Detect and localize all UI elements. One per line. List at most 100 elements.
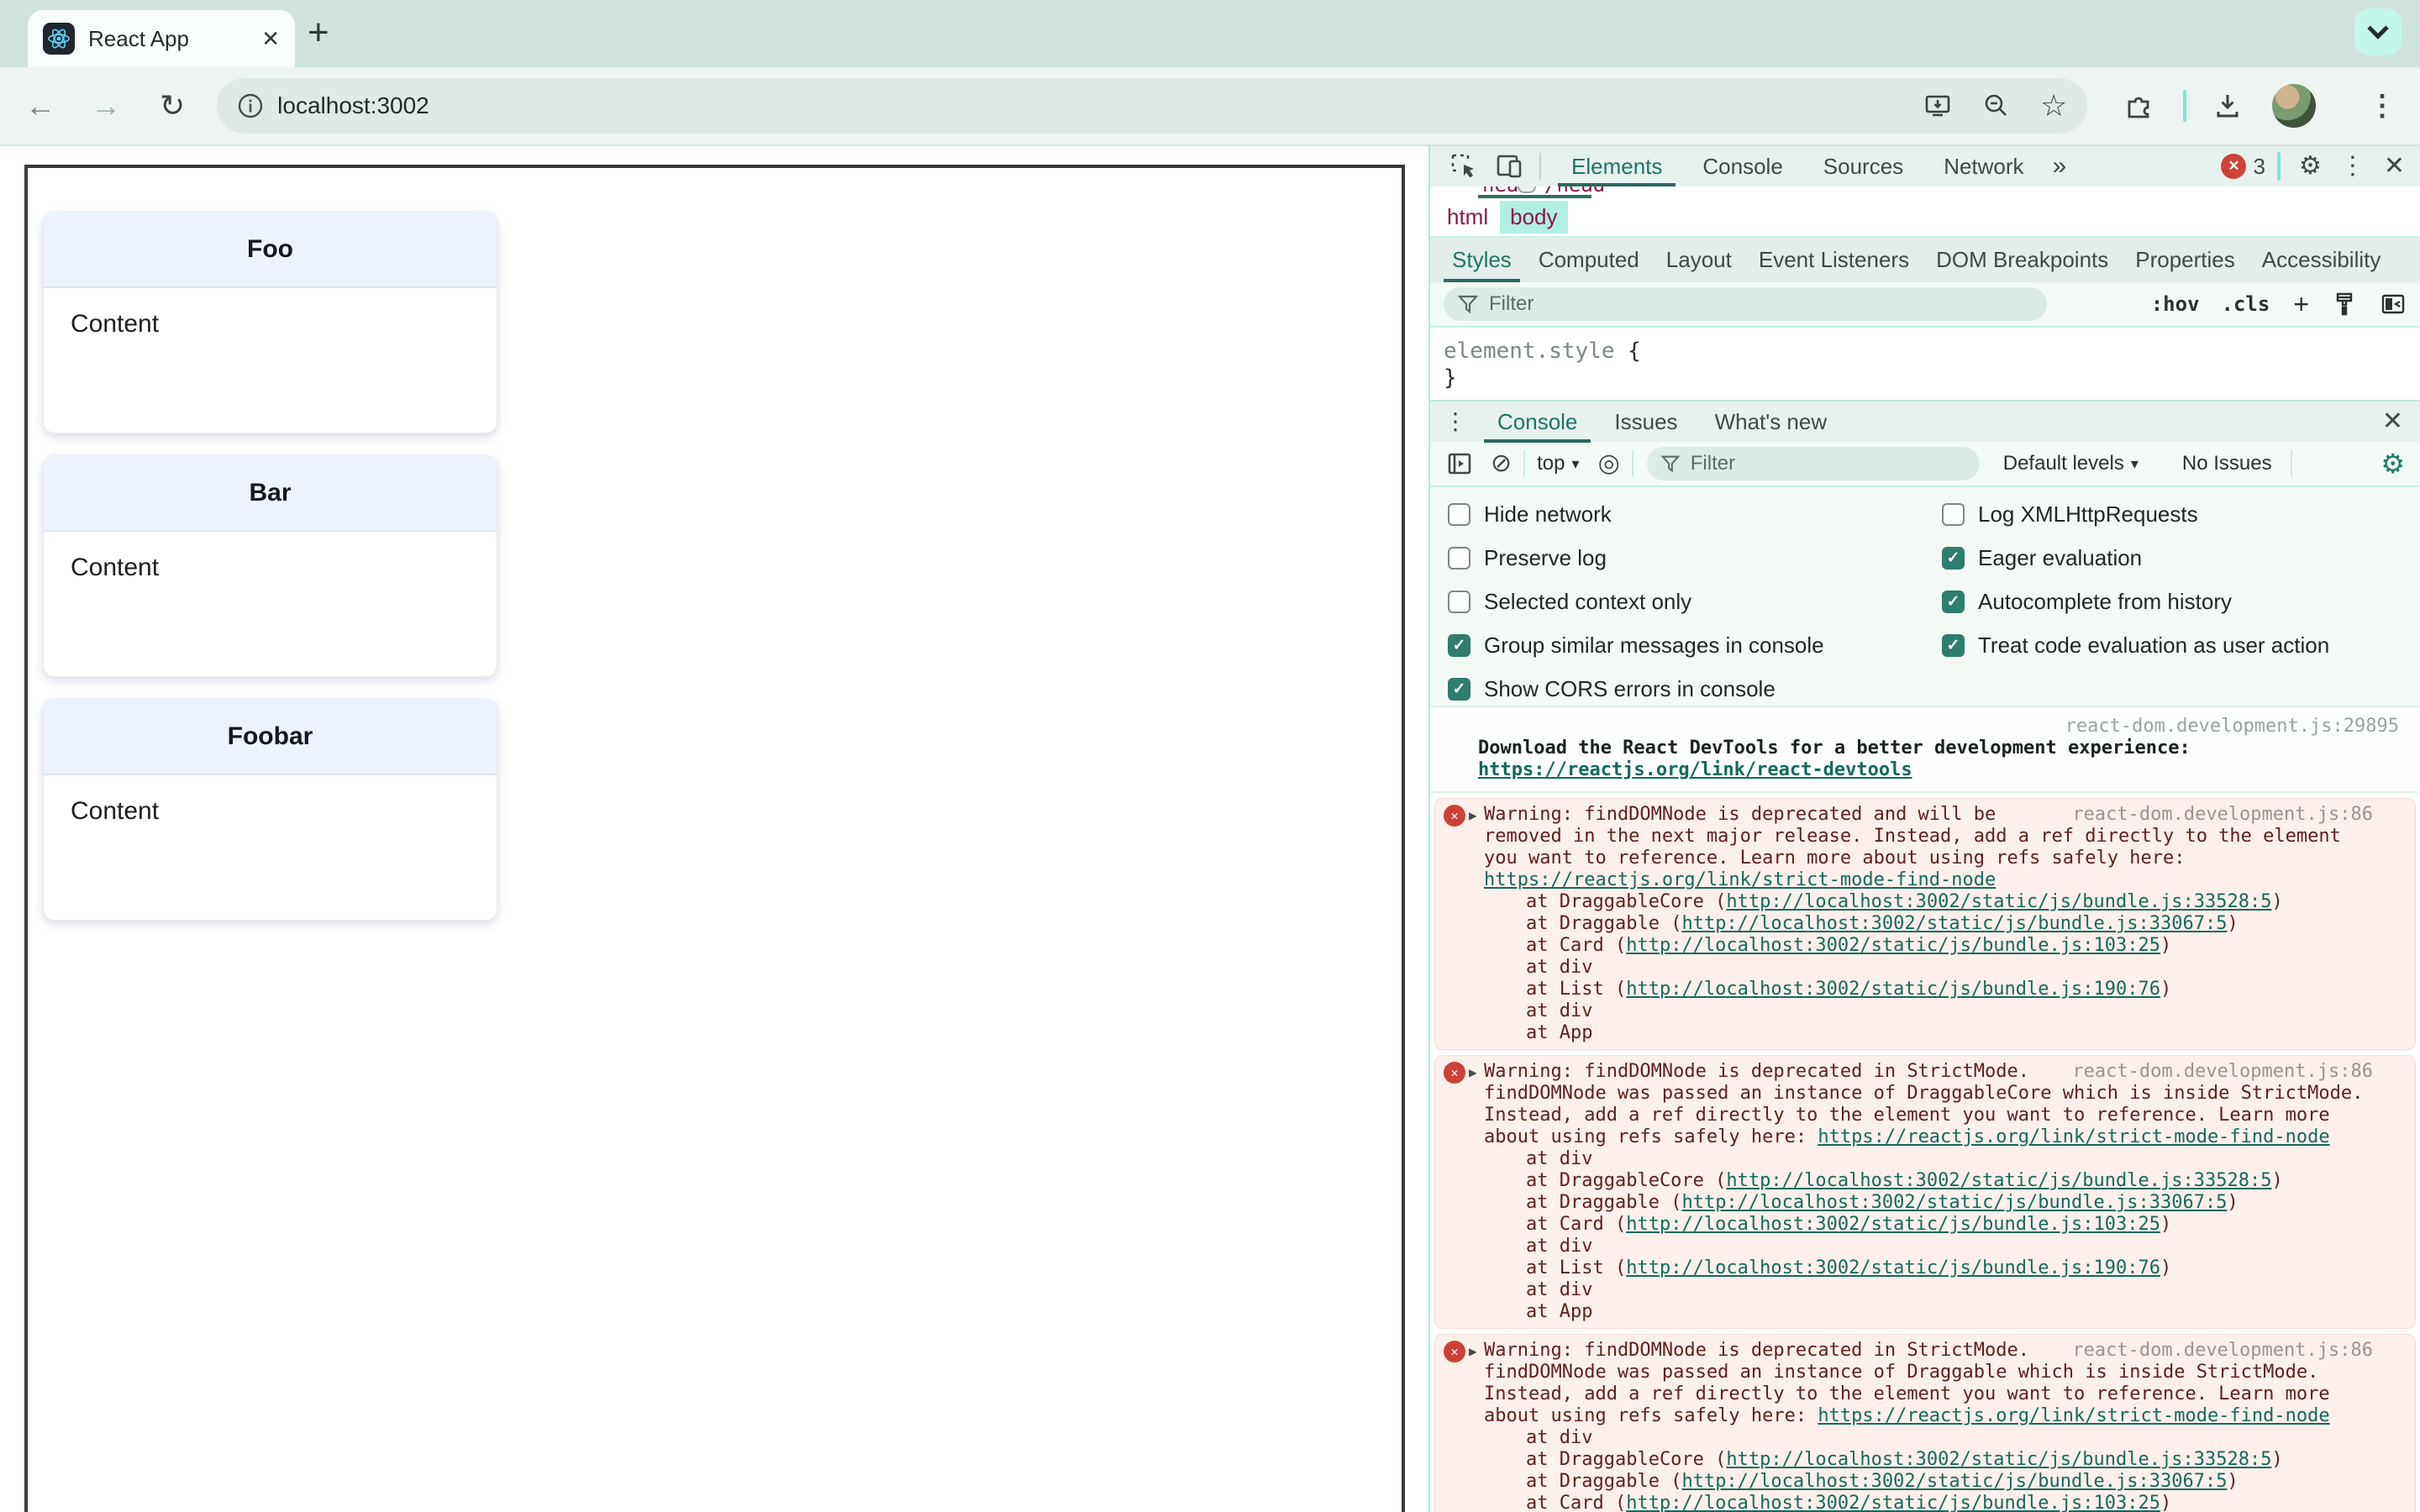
checkbox-hide-network[interactable] bbox=[1448, 502, 1470, 526]
bundle-source-link[interactable]: http://localhost:3002/static/js/bundle.j… bbox=[1626, 979, 2160, 1000]
downloads-icon[interactable] bbox=[2212, 90, 2244, 122]
source-location-link[interactable]: react-dom.development.js:86 bbox=[2072, 1340, 2373, 1362]
checkbox-log-xmlhttprequests[interactable] bbox=[1942, 502, 1965, 526]
live-expression-eye-icon[interactable]: ◎ bbox=[1598, 451, 1620, 476]
drawer-close-icon[interactable]: ✕ bbox=[2382, 409, 2420, 434]
bundle-source-link[interactable]: http://localhost:3002/static/js/bundle.j… bbox=[1726, 1449, 2271, 1470]
error-count[interactable]: 3 bbox=[2253, 154, 2265, 180]
bundle-source-link[interactable]: http://localhost:3002/static/js/bundle.j… bbox=[1681, 1192, 2227, 1213]
bundle-source-link[interactable]: http://localhost:3002/static/js/bundle.j… bbox=[1626, 1493, 2160, 1512]
expand-ellipsis-icon[interactable] bbox=[1518, 186, 1536, 193]
devtools-menu-icon[interactable]: ⋮ bbox=[2340, 154, 2365, 179]
expand-triangle-icon[interactable]: ▶ bbox=[1469, 805, 1477, 827]
profile-avatar[interactable] bbox=[2272, 84, 2316, 128]
bookmark-star-icon[interactable]: ☆ bbox=[2040, 88, 2067, 123]
refs-help-link[interactable]: https://reactjs.org/link/strict-mode-fin… bbox=[1818, 1405, 2329, 1426]
source-location-link[interactable]: react-dom.development.js:86 bbox=[2072, 804, 2373, 826]
tab-elements[interactable]: Elements bbox=[1551, 146, 1682, 186]
rendering-brush-icon[interactable] bbox=[2331, 291, 2358, 318]
card-foobar[interactable]: Foobar Content bbox=[43, 699, 497, 921]
toggle-hover-state-button[interactable]: :hov bbox=[2151, 292, 2200, 316]
browser-tab[interactable]: React App ✕ bbox=[28, 10, 295, 67]
dom-tree-clipped-row[interactable]: head /head bbox=[1430, 186, 2420, 198]
extensions-puzzle-icon[interactable] bbox=[2123, 90, 2154, 122]
tab-accessibility[interactable]: Accessibility bbox=[2249, 238, 2395, 282]
expand-triangle-icon[interactable]: ▶ bbox=[1469, 1341, 1477, 1362]
bundle-source-link[interactable]: http://localhost:3002/static/js/bundle.j… bbox=[1626, 1257, 2160, 1278]
toolbar-separator bbox=[2290, 450, 2292, 477]
checkbox-preserve-log[interactable] bbox=[1448, 546, 1470, 570]
tab-dom-breakpoints[interactable]: DOM Breakpoints bbox=[1923, 238, 2122, 282]
tab-sources[interactable]: Sources bbox=[1803, 146, 1923, 186]
tab-close-icon[interactable]: ✕ bbox=[253, 26, 280, 52]
console-warning-message[interactable]: ✕ ▶ react-dom.development.js:86 Warning: fi… bbox=[1434, 798, 2416, 1050]
bundle-source-link[interactable]: http://localhost:3002/static/js/bundle.j… bbox=[1681, 913, 2227, 934]
site-info-icon[interactable] bbox=[237, 92, 264, 119]
element-style-block[interactable]: element.style { } bbox=[1430, 328, 2420, 400]
install-app-icon[interactable] bbox=[1923, 91, 1953, 121]
bundle-source-link[interactable]: http://localhost:3002/static/js/bundle.j… bbox=[1726, 891, 2271, 912]
console-sidebar-icon[interactable] bbox=[1445, 449, 1474, 478]
checkbox-show-cors-errors-in-console[interactable]: ✓ bbox=[1448, 677, 1470, 701]
new-tab-button[interactable]: + bbox=[308, 12, 329, 54]
checkbox-group-similar-messages-in-console[interactable]: ✓ bbox=[1448, 633, 1470, 657]
bundle-source-link[interactable]: http://localhost:3002/static/js/bundle.j… bbox=[1626, 1214, 2160, 1235]
new-style-rule-icon[interactable]: + bbox=[2293, 289, 2309, 320]
bundle-source-link[interactable]: http://localhost:3002/static/js/bundle.j… bbox=[1726, 1170, 2271, 1191]
checkbox-treat-code-evaluation-as-user-action[interactable]: ✓ bbox=[1942, 633, 1965, 657]
source-location-link[interactable]: react-dom.development.js:29895 bbox=[2065, 716, 2399, 737]
devtools-close-icon[interactable]: ✕ bbox=[2384, 154, 2405, 179]
console-filter-input[interactable]: Filter bbox=[1646, 447, 1980, 480]
bundle-source-link[interactable]: http://localhost:3002/static/js/bundle.j… bbox=[1626, 935, 2160, 956]
toggle-class-button[interactable]: .cls bbox=[2222, 292, 2270, 316]
checkbox-eager-evaluation[interactable]: ✓ bbox=[1942, 546, 1965, 570]
drawer-tab-what-s-new[interactable]: What's new bbox=[1697, 401, 1846, 443]
card-bar[interactable]: Bar Content bbox=[43, 455, 497, 677]
expand-triangle-icon[interactable]: ▶ bbox=[1469, 1062, 1477, 1084]
context-selector[interactable]: top bbox=[1537, 452, 1565, 475]
checkbox-selected-context-only[interactable] bbox=[1448, 590, 1470, 613]
zoom-out-icon[interactable] bbox=[1981, 91, 2012, 121]
tab-layout[interactable]: Layout bbox=[1653, 238, 1745, 282]
tab-search-button[interactable] bbox=[2354, 8, 2402, 55]
drawer-tab-console[interactable]: Console bbox=[1479, 401, 1596, 443]
browser-menu-icon[interactable]: ⋮ bbox=[2368, 89, 2396, 123]
tab-styles[interactable]: Styles bbox=[1439, 238, 1525, 282]
drawer-menu-icon[interactable]: ⋮ bbox=[1444, 410, 1467, 433]
console-warning-message[interactable]: ✕ ▶ react-dom.development.js:86 Warning: fi… bbox=[1434, 1334, 2416, 1512]
refs-help-link[interactable]: https://reactjs.org/link/strict-mode-fin… bbox=[1484, 869, 1996, 890]
console-warning-message[interactable]: ✕ ▶ react-dom.development.js:86 Warning: fi… bbox=[1434, 1055, 2416, 1329]
device-toolbar-icon[interactable] bbox=[1492, 150, 1526, 183]
tab-properties[interactable]: Properties bbox=[2122, 238, 2249, 282]
sidebar-panel-icon[interactable] bbox=[2380, 291, 2407, 318]
devtools-download-link[interactable]: https://reactjs.org/link/react-devtools bbox=[1478, 759, 1912, 780]
source-location-link[interactable]: react-dom.development.js:86 bbox=[2072, 1061, 2373, 1083]
forward-button[interactable]: → bbox=[91, 91, 121, 121]
back-button[interactable]: ← bbox=[25, 91, 55, 121]
console-settings-gear-icon[interactable]: ⚙ bbox=[2381, 448, 2405, 480]
tab-network[interactable]: Network bbox=[1923, 146, 2044, 186]
bundle-source-link[interactable]: http://localhost:3002/static/js/bundle.j… bbox=[1681, 1471, 2227, 1492]
devtools-settings-gear-icon[interactable]: ⚙ bbox=[2299, 154, 2322, 179]
checkbox-autocomplete-from-history[interactable]: ✓ bbox=[1942, 590, 1965, 613]
issues-counter[interactable]: No Issues bbox=[2182, 452, 2272, 475]
console-info-message[interactable]: react-dom.development.js:29895 Download … bbox=[1430, 707, 2420, 793]
more-tabs-icon[interactable]: » bbox=[2044, 146, 2075, 186]
address-bar[interactable]: localhost:3002 ☆ bbox=[217, 78, 2088, 134]
styles-filter-input[interactable]: Filter bbox=[1444, 287, 2047, 321]
error-badge-icon[interactable]: ✕ bbox=[2221, 154, 2247, 179]
log-levels-dropdown[interactable]: Default levels bbox=[2003, 452, 2124, 475]
breadcrumb-body[interactable]: body bbox=[1500, 201, 1568, 234]
drawer-tab-issues[interactable]: Issues bbox=[1596, 401, 1696, 443]
clear-console-icon[interactable]: ⊘ bbox=[1491, 451, 1512, 476]
inspect-element-icon[interactable] bbox=[1447, 150, 1481, 183]
tab-title: React App bbox=[88, 25, 189, 51]
refs-help-link[interactable]: https://reactjs.org/link/strict-mode-fin… bbox=[1818, 1126, 2329, 1147]
card-foo[interactable]: Foo Content bbox=[43, 212, 497, 433]
url-text[interactable]: localhost:3002 bbox=[277, 92, 429, 119]
tab-computed[interactable]: Computed bbox=[1525, 238, 1653, 282]
reload-button[interactable]: ↻ bbox=[160, 88, 185, 123]
tab-event-listeners[interactable]: Event Listeners bbox=[1745, 238, 1923, 282]
breadcrumb-html[interactable]: html bbox=[1437, 201, 1498, 234]
tab-console[interactable]: Console bbox=[1682, 146, 1802, 186]
